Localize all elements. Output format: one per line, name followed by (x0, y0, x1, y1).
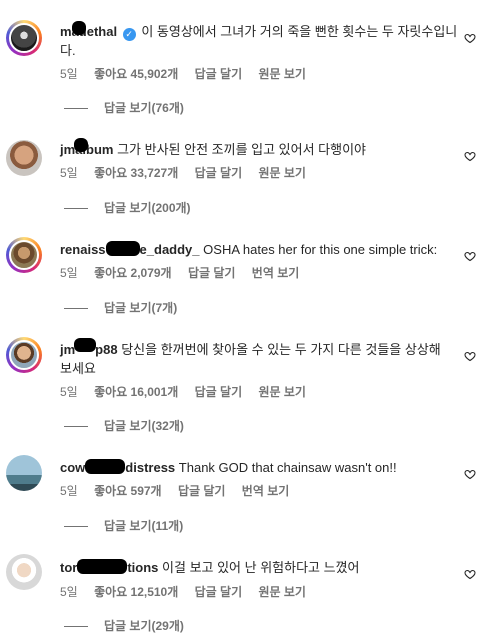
reply-button[interactable]: 답글 달기 (195, 166, 243, 180)
comment-text: 이걸 보고 있어 난 위험하다고 느꼈어 (162, 560, 360, 575)
verified-badge-icon: ✓ (122, 28, 136, 41)
avatar[interactable] (6, 20, 42, 56)
redaction-mark (72, 21, 86, 35)
avatar[interactable] (6, 337, 42, 373)
replies-divider (64, 208, 88, 210)
view-replies-button[interactable]: 답글 보기(200개) (64, 200, 191, 216)
replies-divider (64, 626, 88, 628)
heart-icon[interactable] (464, 468, 476, 480)
redaction-mark (74, 138, 88, 152)
view-replies-button[interactable]: 답글 보기(29개) (64, 618, 184, 634)
view-replies-button[interactable]: 답글 보기(7개) (64, 300, 177, 316)
comment-username[interactable]: madethal (60, 21, 121, 39)
comment-time[interactable]: 5일 (60, 484, 78, 498)
see-original-button[interactable]: 원문 보기 (258, 67, 306, 81)
replies-divider (64, 526, 88, 528)
comment-meta: 5일 좋아요 2,079개 답글 달기 번역 보기 (60, 265, 312, 281)
comment-time[interactable]: 5일 (60, 385, 78, 399)
see-translation-button[interactable]: 번역 보기 (242, 484, 290, 498)
avatar[interactable] (6, 455, 42, 491)
heart-icon[interactable] (464, 250, 476, 262)
replies-divider (64, 108, 88, 110)
reply-button[interactable]: 답글 달기 (195, 385, 243, 399)
heart-icon[interactable] (464, 150, 476, 162)
comment-time[interactable]: 5일 (60, 266, 78, 280)
avatar[interactable] (6, 554, 42, 590)
like-count[interactable]: 좋아요 2,079개 (94, 266, 172, 280)
redaction-mark (85, 459, 126, 474)
like-count[interactable]: 좋아요 33,727개 (94, 166, 178, 180)
reply-button[interactable]: 답글 달기 (178, 484, 226, 498)
comment-username[interactable]: jm p88 (60, 338, 121, 357)
replies-divider (64, 426, 88, 428)
comment-text: OSHA hates her for this one simple trick… (203, 242, 438, 257)
comment-body: cow distress Thank GOD that chainsaw wasn… (60, 458, 460, 477)
view-replies-button[interactable]: 답글 보기(76개) (64, 100, 184, 116)
comment-time[interactable]: 5일 (60, 166, 78, 180)
comment-username[interactable]: renaiss e_daddy_ (60, 241, 203, 257)
like-count[interactable]: 좋아요 12,510개 (94, 585, 178, 599)
reply-button[interactable]: 답글 달기 (188, 266, 236, 280)
comment-username[interactable]: jm album (60, 138, 117, 157)
comment-body: madethal ✓ 이 동영상에서 그녀가 거의 죽을 뻔한 횟수는 두 자릿… (60, 21, 460, 60)
view-replies-button[interactable]: 답글 보기(11개) (64, 518, 183, 534)
reply-button[interactable]: 답글 달기 (195, 585, 243, 599)
comment-username[interactable]: tor tions (60, 559, 162, 575)
redaction-mark (74, 338, 96, 352)
comment-username[interactable]: cow distress (60, 459, 179, 475)
comment-meta: 5일 좋아요 12,510개 답글 달기 원문 보기 (60, 584, 319, 600)
heart-icon[interactable] (464, 32, 476, 44)
comment-time[interactable]: 5일 (60, 67, 78, 81)
comment-meta: 5일 좋아요 16,001개 답글 달기 원문 보기 (60, 384, 319, 400)
like-count[interactable]: 좋아요 597개 (94, 484, 162, 498)
comment-text: 그가 반사된 안전 조끼를 입고 있어서 다행이야 (117, 142, 367, 157)
replies-divider (64, 308, 88, 310)
see-original-button[interactable]: 원문 보기 (258, 585, 306, 599)
redaction-mark (105, 241, 140, 256)
see-original-button[interactable]: 원문 보기 (258, 385, 306, 399)
comment-meta: 5일 좋아요 597개 답글 달기 번역 보기 (60, 483, 302, 499)
comment-meta: 5일 좋아요 45,902개 답글 달기 원문 보기 (60, 66, 319, 82)
avatar[interactable] (6, 140, 42, 176)
comment-body: renaiss e_daddy_ OSHA hates her for this … (60, 240, 460, 259)
comment-text: Thank GOD that chainsaw wasn't on!! (178, 460, 397, 475)
comment-time[interactable]: 5일 (60, 585, 78, 599)
view-replies-button[interactable]: 답글 보기(32개) (64, 418, 184, 434)
avatar[interactable] (6, 237, 42, 273)
comment-body: tor tions 이걸 보고 있어 난 위험하다고 느꼈어 (60, 558, 460, 577)
see-translation-button[interactable]: 번역 보기 (252, 266, 300, 280)
like-count[interactable]: 좋아요 45,902개 (94, 67, 178, 81)
redaction-mark (77, 559, 128, 574)
heart-icon[interactable] (464, 568, 476, 580)
reply-button[interactable]: 답글 달기 (195, 67, 243, 81)
comment-body: jm album 그가 반사된 안전 조끼를 입고 있어서 다행이야 (60, 138, 460, 159)
see-original-button[interactable]: 원문 보기 (258, 166, 306, 180)
comment-body: jm p88 당신을 한꺼번에 찾아올 수 있는 두 가지 다른 것들을 상상해 … (60, 338, 455, 378)
heart-icon[interactable] (464, 350, 476, 362)
like-count[interactable]: 좋아요 16,001개 (94, 385, 178, 399)
comment-meta: 5일 좋아요 33,727개 답글 달기 원문 보기 (60, 165, 319, 181)
